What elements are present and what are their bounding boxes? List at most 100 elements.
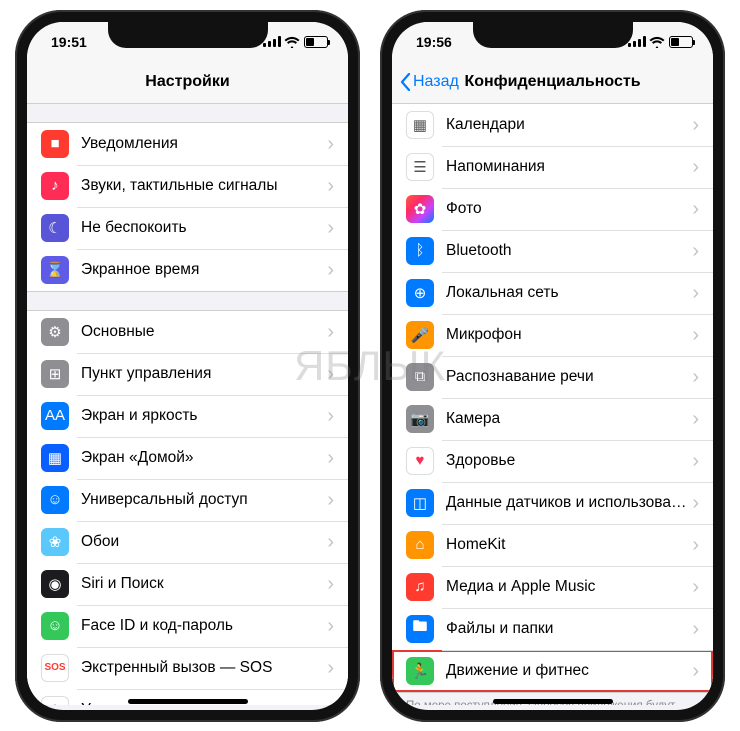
screentime-icon: ⌛ — [41, 256, 69, 284]
row-label: Экранное время — [81, 261, 327, 279]
row-label: Напоминания — [446, 158, 692, 176]
control-center-icon: ⊞ — [41, 360, 69, 388]
settings-row[interactable]: ■ Уведомления› — [27, 123, 348, 165]
settings-row[interactable]: ☺Face ID и код-пароль› — [27, 605, 348, 647]
settings-row[interactable]: ✿Фото› — [392, 188, 713, 230]
row-label: Экран «Домой» — [81, 449, 327, 467]
page-title: Настройки — [145, 73, 229, 91]
chevron-right-icon: › — [327, 218, 334, 238]
chevron-right-icon: › — [692, 241, 699, 261]
settings-row[interactable]: 📷Камера› — [392, 398, 713, 440]
settings-row[interactable]: ⧉Распознавание речи› — [392, 356, 713, 398]
files-icon: 🖿 — [406, 615, 434, 643]
row-label: Фото — [446, 200, 692, 218]
settings-row[interactable]: ⊕Локальная сеть› — [392, 272, 713, 314]
row-label: Основные — [81, 323, 327, 341]
chevron-right-icon: › — [692, 367, 699, 387]
row-label: Распознавание речи — [446, 368, 692, 386]
row-label: Звуки, тактильные сигналы — [81, 177, 327, 195]
settings-row[interactable]: ⌂HomeKit› — [392, 524, 713, 566]
settings-row[interactable]: AAЭкран и яркость› — [27, 395, 348, 437]
settings-row[interactable]: ☺ Универсальный доступ› — [27, 479, 348, 521]
row-label: Не беспокоить — [81, 219, 327, 237]
homekit-icon: ⌂ — [406, 531, 434, 559]
health-icon: ♥ — [406, 447, 434, 475]
dnd-icon: ☾ — [41, 214, 69, 242]
settings-row[interactable]: ᛒBluetooth› — [392, 230, 713, 272]
siri-icon: ◉ — [41, 570, 69, 598]
settings-row[interactable]: ❀Обои› — [27, 521, 348, 563]
display-icon: AA — [41, 402, 69, 430]
settings-row[interactable]: SOSЭкстренный вызов — SOS› — [27, 647, 348, 689]
settings-row[interactable]: ⌛ Экранное время› — [27, 249, 348, 291]
chevron-right-icon: › — [692, 115, 699, 135]
settings-row[interactable]: ☰Напоминания› — [392, 146, 713, 188]
chevron-right-icon: › — [327, 134, 334, 154]
screen: 19:51 Настройки ■Уведомления›♪Звуки, так… — [27, 22, 348, 710]
motion-icon: 🏃 — [406, 657, 434, 685]
chevron-right-icon: › — [692, 493, 699, 513]
settings-row[interactable]: 🖿Файлы и папки› — [392, 608, 713, 650]
row-label: Уведомления — [81, 135, 327, 153]
chevron-right-icon: › — [327, 448, 334, 468]
settings-row[interactable]: 🎤Микрофон› — [392, 314, 713, 356]
chevron-right-icon: › — [327, 616, 334, 636]
row-label: Экран и яркость — [81, 407, 327, 425]
chevron-right-icon: › — [692, 619, 699, 639]
settings-row[interactable]: ☾ Не беспокоить› — [27, 207, 348, 249]
row-label: Обои — [81, 533, 327, 551]
navbar: Настройки — [27, 62, 348, 104]
media-icon: ♫ — [406, 573, 434, 601]
accessibility-icon: ☺ — [41, 486, 69, 514]
row-label: Bluetooth — [446, 242, 692, 260]
privacy-list[interactable]: ▦Календари›☰Напоминания›✿Фото›ᛒBluetooth… — [392, 104, 713, 705]
settings-list[interactable]: ■Уведомления›♪Звуки, тактильные сигналы›… — [27, 104, 348, 705]
chevron-right-icon: › — [692, 199, 699, 219]
settings-row[interactable]: ▦Экран «Домой»› — [27, 437, 348, 479]
sounds-icon: ♪ — [41, 172, 69, 200]
wifi-icon — [284, 36, 300, 48]
localnet-icon: ⊕ — [406, 279, 434, 307]
page-title: Конфиденциальность — [464, 73, 640, 91]
row-label: Движение и фитнес — [446, 662, 692, 680]
battery-icon — [669, 36, 693, 48]
back-label: Назад — [413, 73, 459, 91]
chevron-right-icon: › — [692, 283, 699, 303]
home-indicator[interactable] — [493, 699, 613, 704]
settings-row[interactable]: ▦Календари› — [392, 104, 713, 146]
row-label: Экстренный вызов — SOS — [81, 659, 327, 677]
row-label: Микрофон — [446, 326, 692, 344]
settings-row[interactable]: ♫Медиа и Apple Music› — [392, 566, 713, 608]
chevron-right-icon: › — [692, 577, 699, 597]
calendar-icon: ▦ — [406, 111, 434, 139]
phone-right: 19:56 Назад Конфиденциальность ▦Календар… — [380, 10, 725, 722]
settings-row[interactable]: ♪ Звуки, тактильные сигналы› — [27, 165, 348, 207]
row-label: Универсальный доступ — [81, 491, 327, 509]
settings-row[interactable]: 🏃 Движение и фитнес› — [392, 650, 713, 692]
notifications-icon: ■ — [41, 130, 69, 158]
settings-row[interactable]: ⊞ Пункт управления› — [27, 353, 348, 395]
research-icon: ◫ — [406, 489, 434, 517]
faceid-icon: ☺ — [41, 612, 69, 640]
settings-row[interactable]: ⚙Основные› — [27, 311, 348, 353]
home-indicator[interactable] — [128, 699, 248, 704]
settings-row[interactable]: ◫Данные датчиков и использования› — [392, 482, 713, 524]
chevron-right-icon: › — [327, 490, 334, 510]
chevron-right-icon: › — [692, 325, 699, 345]
chevron-right-icon: › — [327, 700, 334, 705]
chevron-right-icon: › — [692, 661, 699, 681]
notch — [108, 22, 268, 48]
row-label: Siri и Поиск — [81, 575, 327, 593]
camera-icon: 📷 — [406, 405, 434, 433]
chevron-right-icon: › — [327, 176, 334, 196]
back-button[interactable]: Назад — [400, 73, 459, 91]
chevron-right-icon: › — [692, 451, 699, 471]
clock: 19:56 — [416, 34, 452, 50]
settings-row[interactable]: ◉Siri и Поиск› — [27, 563, 348, 605]
chevron-right-icon: › — [327, 364, 334, 384]
row-label: Пункт управления — [81, 365, 327, 383]
wallpaper-icon: ❀ — [41, 528, 69, 556]
chevron-right-icon: › — [692, 409, 699, 429]
settings-row[interactable]: ♥Здоровье› — [392, 440, 713, 482]
chevron-right-icon: › — [327, 260, 334, 280]
